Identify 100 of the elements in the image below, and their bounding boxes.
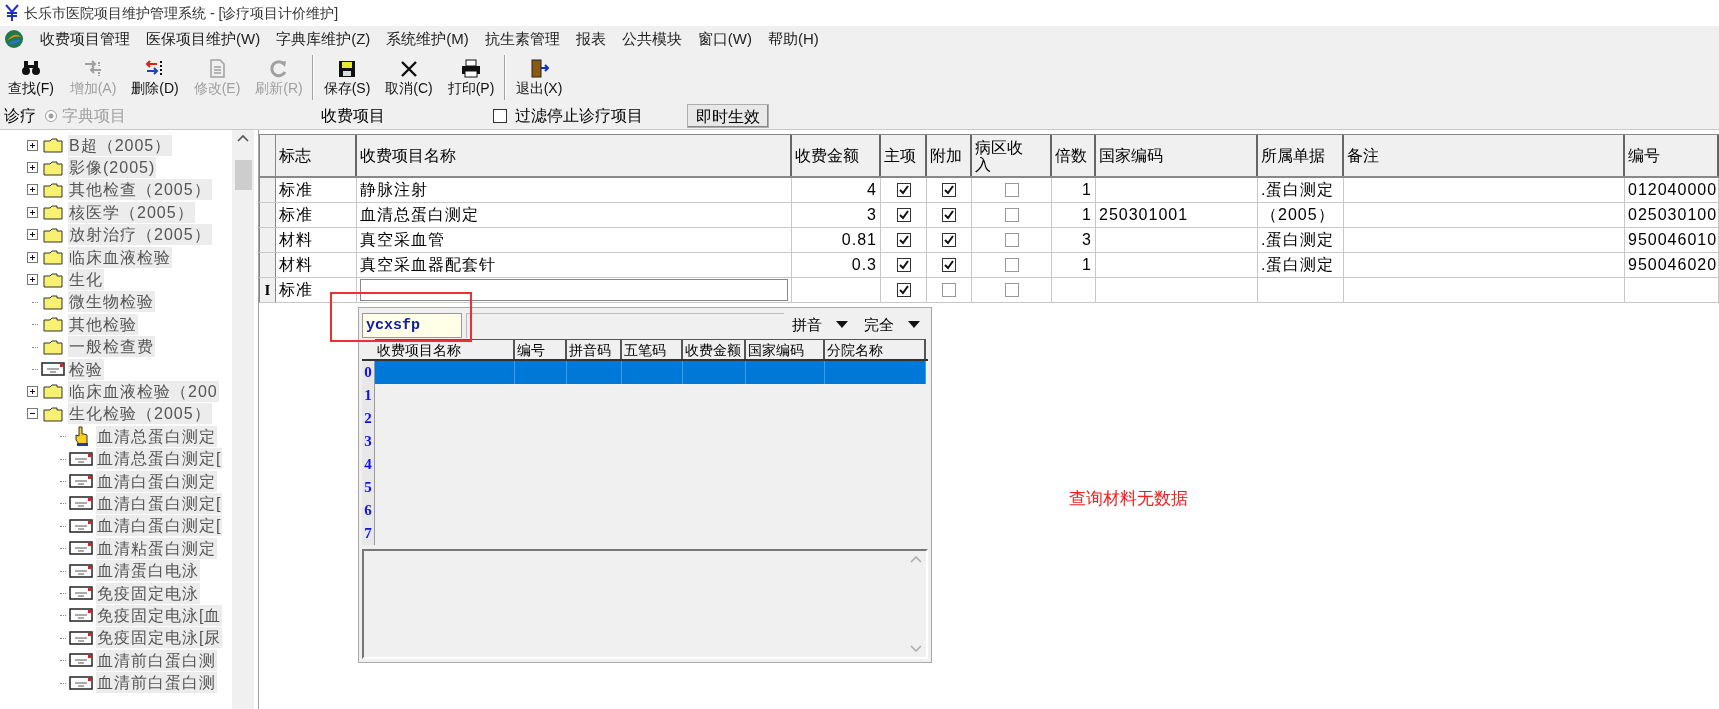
checkbox[interactable] bbox=[1004, 258, 1019, 272]
menu-item[interactable]: 报表 bbox=[567, 27, 614, 51]
collapse-icon[interactable] bbox=[26, 408, 38, 420]
table-cell-text: .蛋白测定 bbox=[1261, 255, 1335, 275]
column-header[interactable]: 标志 bbox=[279, 147, 311, 164]
tree-item[interactable]: 血清白蛋白测定 bbox=[96, 470, 217, 492]
row-header[interactable] bbox=[259, 178, 276, 202]
expand-icon[interactable] bbox=[26, 274, 38, 286]
checkbox[interactable] bbox=[1004, 208, 1019, 222]
input-field[interactable] bbox=[360, 279, 788, 301]
scroll-thumb[interactable] bbox=[234, 160, 252, 190]
tree-item[interactable]: 免疫固定电泳 bbox=[96, 582, 200, 604]
row-header[interactable] bbox=[259, 253, 276, 277]
table-cell-text: 1 bbox=[1082, 255, 1092, 275]
toolbar-button[interactable]: 删除(D) bbox=[124, 52, 186, 103]
expand-icon[interactable] bbox=[26, 162, 38, 174]
toolbar-button[interactable]: 取消(C) bbox=[378, 52, 440, 103]
row-header[interactable]: I bbox=[259, 278, 276, 302]
column-header[interactable]: 编号 bbox=[1628, 147, 1660, 164]
tree-item[interactable]: 血清总蛋白测定[ bbox=[96, 448, 223, 470]
tree-item[interactable]: B超（2005） bbox=[68, 134, 173, 156]
expand-icon[interactable] bbox=[26, 139, 38, 151]
checkbox[interactable] bbox=[942, 208, 956, 222]
checkbox[interactable] bbox=[942, 233, 956, 247]
tree-item[interactable]: 血清总蛋白测定 bbox=[96, 425, 217, 447]
menu-item[interactable]: 字典库维护(Z) bbox=[268, 27, 379, 51]
tree-item[interactable]: 血清前白蛋白测 bbox=[96, 649, 217, 671]
tree-item[interactable]: 临床血液检验 bbox=[68, 246, 172, 268]
option-dropdown[interactable]: 完全 bbox=[856, 313, 928, 337]
menu-item[interactable]: 医保项目维护(W) bbox=[138, 27, 269, 51]
folder-icon bbox=[43, 316, 63, 333]
tree-item[interactable]: 微生物检验 bbox=[68, 291, 155, 313]
tree-item[interactable]: 生化检验（2005） bbox=[68, 403, 212, 425]
tree-item[interactable]: 放射治疗（2005） bbox=[68, 224, 212, 246]
expand-icon[interactable] bbox=[26, 386, 38, 397]
tree-item[interactable]: 血清蛋白电泳 bbox=[96, 560, 200, 582]
row-header[interactable] bbox=[259, 228, 276, 252]
row-header[interactable] bbox=[259, 203, 276, 227]
column-header[interactable]: 收费项目名称 bbox=[360, 147, 456, 164]
expand-icon[interactable] bbox=[26, 229, 38, 241]
checkbox[interactable] bbox=[942, 283, 956, 297]
table-cell-text: 材料 bbox=[279, 230, 313, 250]
tree-item[interactable]: 血清前白蛋白测 bbox=[96, 672, 217, 694]
tree-item[interactable]: 一般检查费 bbox=[68, 336, 155, 358]
toolbar-button[interactable]: 退出(X) bbox=[508, 52, 570, 103]
tree-item[interactable]: 血清白蛋白测定[ bbox=[96, 492, 223, 514]
table-cell-text: 材料 bbox=[279, 255, 313, 275]
checkbox[interactable] bbox=[896, 183, 911, 197]
column-header[interactable]: 编号 bbox=[517, 341, 545, 358]
tree-item[interactable]: 血清粘蛋白测定 bbox=[96, 537, 217, 559]
checkbox[interactable] bbox=[896, 233, 911, 247]
checkbox[interactable] bbox=[896, 283, 911, 297]
toolbar-button[interactable]: 打印(P) bbox=[440, 52, 502, 103]
menu-item[interactable]: 系统维护(M) bbox=[378, 27, 477, 51]
checkbox-label[interactable]: 过滤停止诊疗项目 bbox=[515, 104, 643, 128]
checkbox[interactable] bbox=[493, 109, 507, 123]
checkbox[interactable] bbox=[942, 183, 956, 197]
table-cell-text: .蛋白测定 bbox=[1261, 180, 1335, 200]
column-header[interactable]: 分院名称 bbox=[827, 341, 883, 358]
toolbar-button[interactable]: 保存(S) bbox=[316, 52, 378, 103]
tree-item[interactable]: 临床血液检验（200 bbox=[68, 381, 219, 402]
expand-icon[interactable] bbox=[26, 251, 38, 263]
checkbox[interactable] bbox=[1004, 233, 1019, 247]
search-field[interactable]: ycxsfp bbox=[362, 312, 462, 338]
tree-item[interactable]: 检验 bbox=[68, 358, 104, 380]
checkbox[interactable] bbox=[1004, 183, 1019, 197]
checkbox[interactable] bbox=[1004, 283, 1019, 297]
menu-item[interactable]: 窗口(W) bbox=[689, 27, 760, 51]
tree-item[interactable]: 生化 bbox=[68, 269, 104, 291]
tree-item[interactable]: 核医学（2005） bbox=[68, 201, 195, 223]
table-cell-text: 真空采血器配套针 bbox=[360, 255, 496, 275]
toolbar-button[interactable]: 查找(F) bbox=[0, 52, 62, 103]
checkbox[interactable] bbox=[896, 208, 911, 222]
row-number: 6 bbox=[364, 501, 372, 521]
tree-item[interactable]: 免疫固定电泳[血 bbox=[96, 604, 223, 626]
menu-item[interactable]: 收费项目管理 bbox=[32, 27, 138, 51]
menu-item[interactable]: 帮助(H) bbox=[759, 27, 827, 51]
table-cell-text: 标准 bbox=[279, 280, 313, 300]
column-header[interactable]: 国家编码 bbox=[1099, 147, 1163, 164]
tree-item[interactable]: 影像(2005) bbox=[68, 157, 157, 179]
option-dropdown[interactable]: 拼音 bbox=[784, 313, 856, 337]
scrollbar[interactable] bbox=[232, 130, 254, 709]
menu-item[interactable]: 公共模块 bbox=[613, 27, 690, 51]
tree-item[interactable]: 免疫固定电泳[尿 bbox=[96, 627, 223, 649]
row-number: 3 bbox=[364, 432, 372, 452]
expand-icon[interactable] bbox=[26, 184, 38, 196]
tree-item[interactable]: 其他检验 bbox=[68, 313, 138, 335]
checkbox[interactable] bbox=[896, 258, 911, 272]
scroll-up-icon[interactable] bbox=[237, 134, 249, 142]
folder-icon bbox=[43, 271, 63, 288]
tree-item[interactable]: 血清白蛋白测定[ bbox=[96, 515, 223, 537]
table-cell-text: 025030100 bbox=[1628, 205, 1718, 225]
tree-item[interactable]: 其他检查（2005） bbox=[68, 179, 212, 201]
table-cell-text: 950046010 bbox=[1628, 230, 1718, 250]
apply-button[interactable]: 即时生效 bbox=[687, 104, 769, 128]
menu-item[interactable]: 抗生素管理 bbox=[476, 27, 568, 51]
dropdown-arrow-icon bbox=[908, 321, 920, 329]
checkbox[interactable] bbox=[942, 258, 956, 272]
column-header[interactable]: 备注 bbox=[1347, 147, 1379, 164]
expand-icon[interactable] bbox=[26, 206, 38, 218]
